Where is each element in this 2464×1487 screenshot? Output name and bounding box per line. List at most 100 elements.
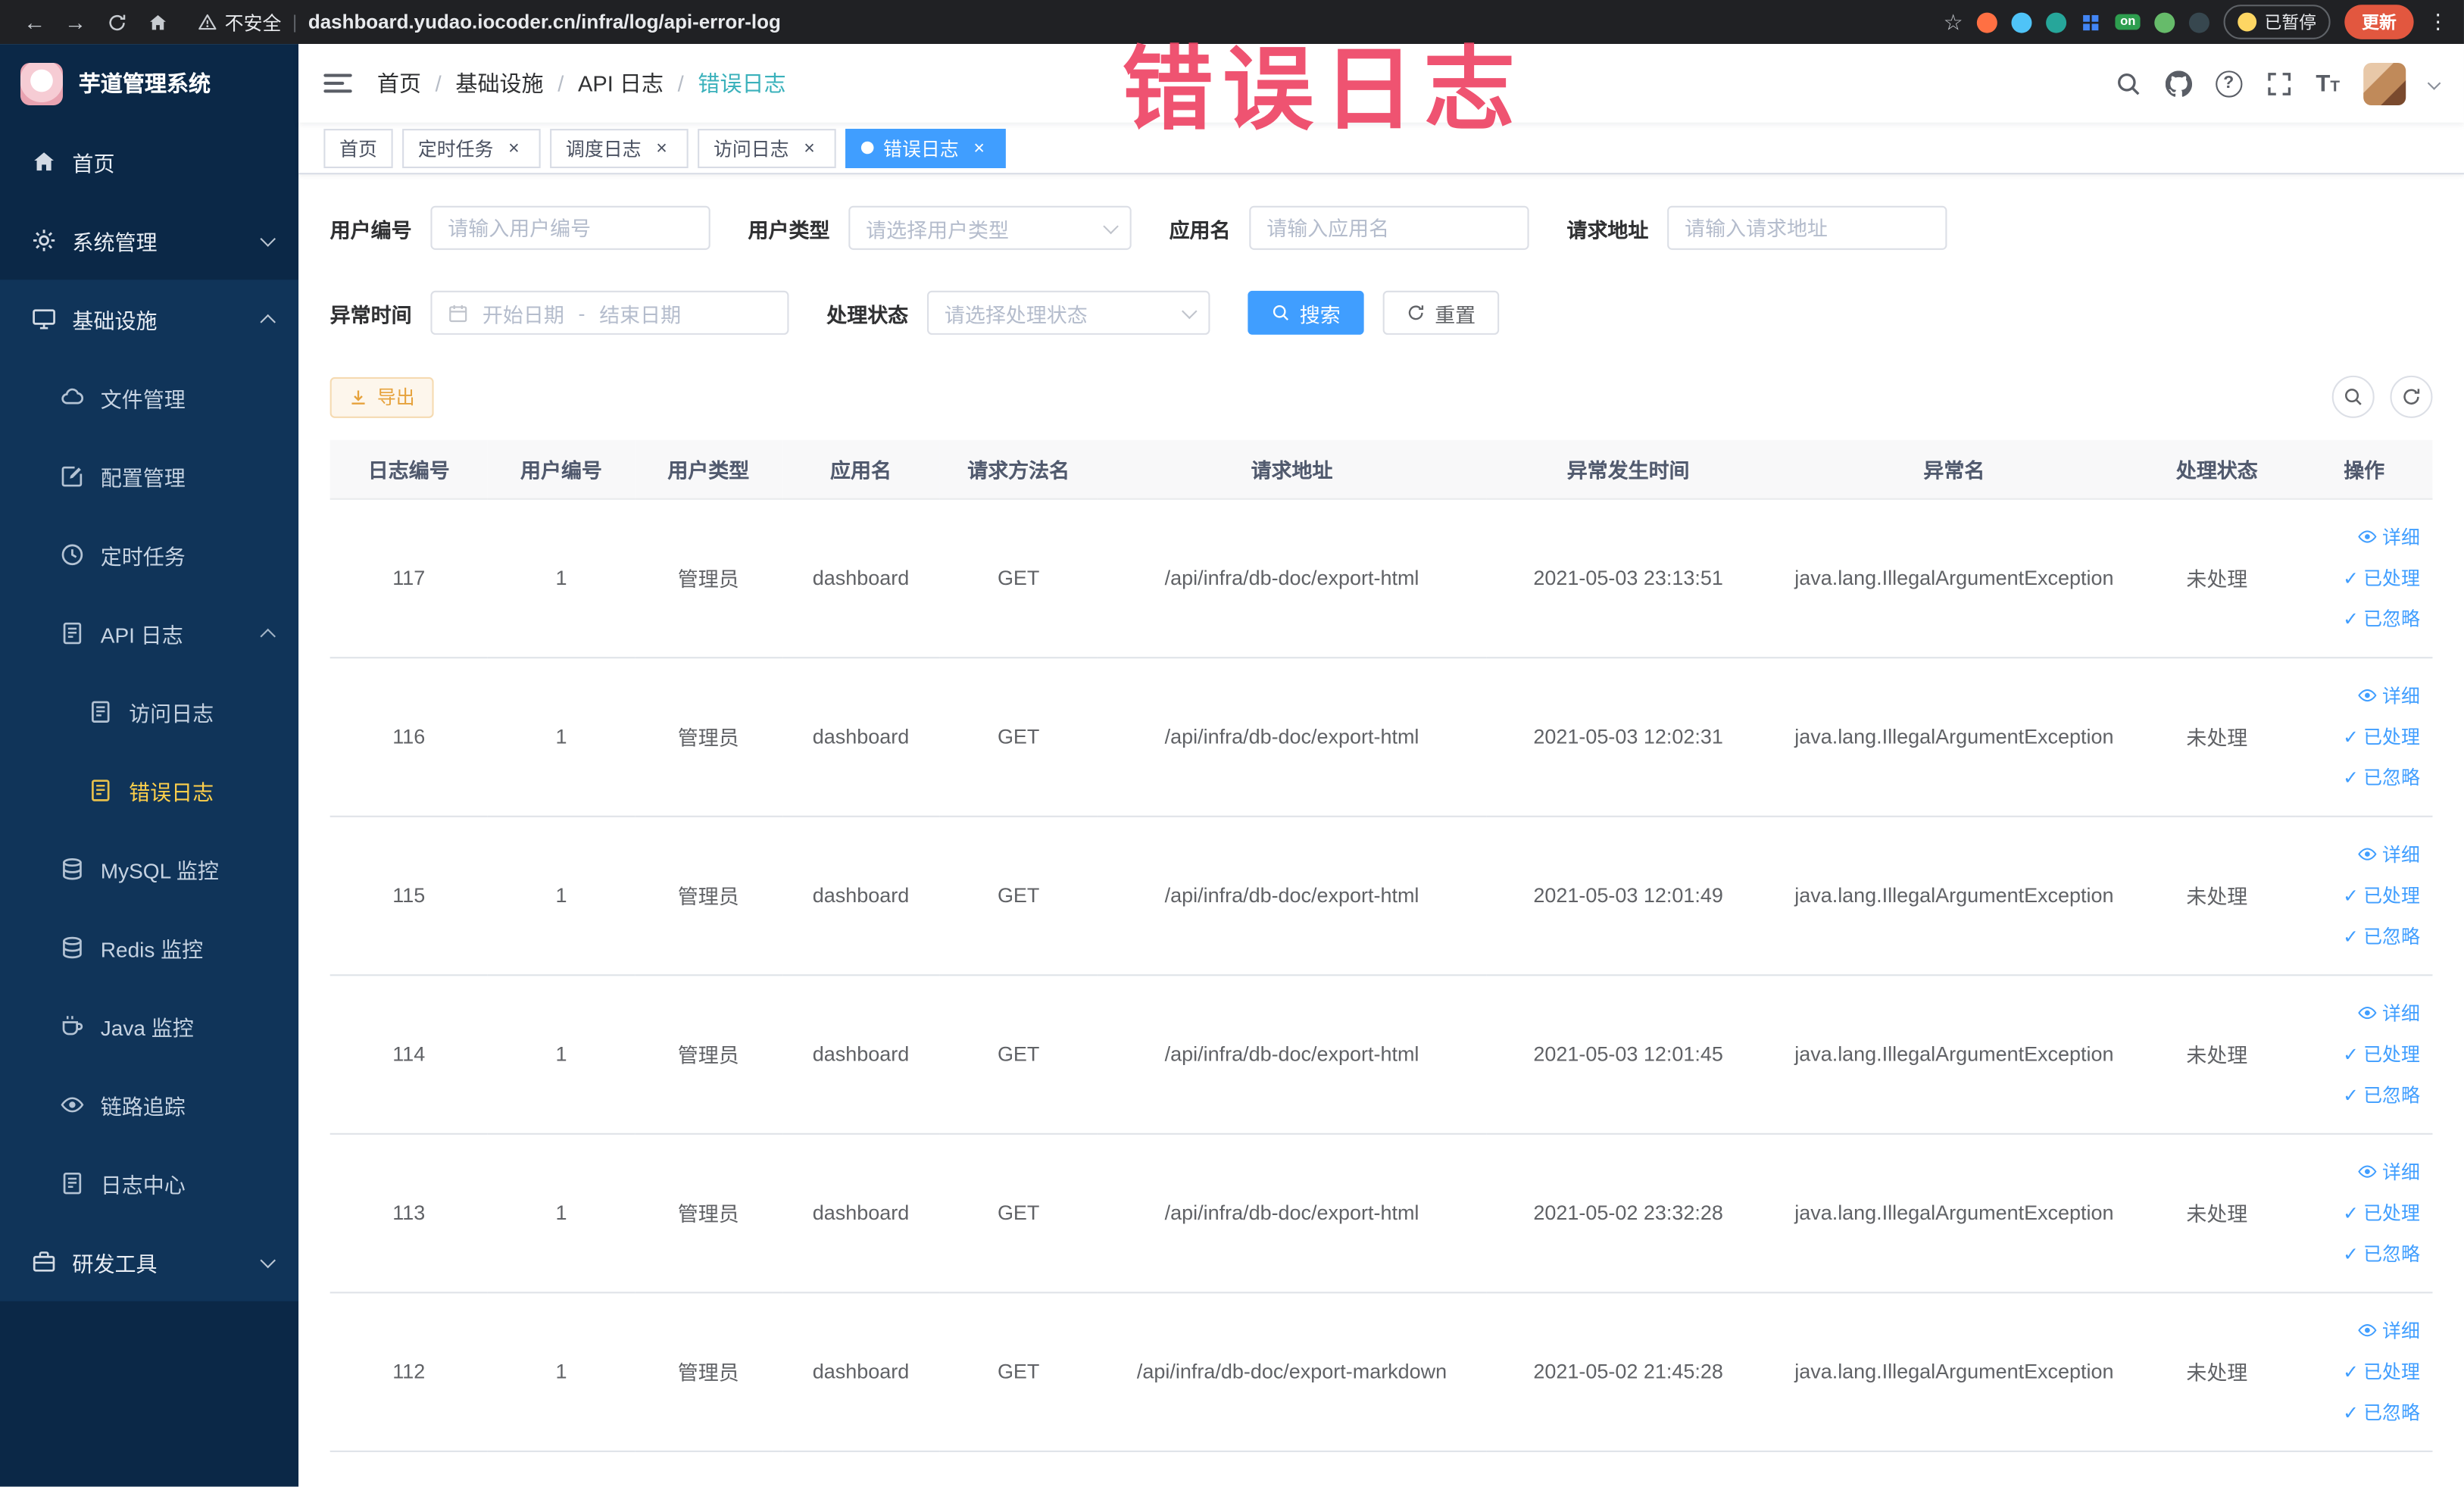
chrome-update-button[interactable]: 更新 <box>2344 5 2414 39</box>
mark-processed-link[interactable]: ✓ 已处理 <box>2343 1193 2420 1232</box>
sidebar-item-label: 研发工具 <box>72 1252 158 1276</box>
app-logo[interactable]: 芋道管理系统 <box>0 44 298 123</box>
search-icon[interactable] <box>2115 70 2141 96</box>
reset-button[interactable]: 重置 <box>1382 290 1500 335</box>
eye-icon <box>2357 1003 2378 1023</box>
mark-processed-link[interactable]: ✓ 已处理 <box>2343 717 2420 756</box>
forward-icon[interactable]: → <box>57 5 95 39</box>
sidebar-item-access-log[interactable]: 访问日志 <box>0 673 298 751</box>
breadcrumb-item[interactable]: API 日志 <box>578 67 664 98</box>
detail-link[interactable]: 详细 <box>2357 676 2420 715</box>
mark-processed-link[interactable]: ✓ 已处理 <box>2343 1351 2420 1391</box>
sidebar-item-error-log[interactable]: 错误日志 <box>0 751 298 830</box>
detail-link[interactable]: 详细 <box>2357 993 2420 1032</box>
security-label: 不安全 <box>224 11 282 34</box>
chevron-down-icon[interactable] <box>2427 77 2441 90</box>
tab-scheduler-log[interactable]: 调度日志 × <box>550 128 689 167</box>
select-placeholder: 请选择用户类型 <box>866 217 1009 242</box>
sidebar-item-file-mgmt[interactable]: 文件管理 <box>0 358 298 437</box>
sidebar-item-tracing[interactable]: 链路追踪 <box>0 1066 298 1145</box>
extension-icon-green[interactable] <box>2154 11 2175 33</box>
cell-request-method: GET <box>939 657 1098 817</box>
close-icon[interactable]: × <box>651 136 673 158</box>
sidebar-item-infrastructure[interactable]: 基础设施 <box>0 280 298 358</box>
browser-menu-icon[interactable]: ⋮ <box>2428 9 2448 34</box>
mark-ignored-link[interactable]: ✓ 已忽略 <box>2343 598 2420 638</box>
address-bar[interactable]: 不安全 | dashboard.yudao.iocoder.cn/infra/l… <box>198 8 781 35</box>
filter-label: 处理状态 <box>826 302 909 326</box>
sidebar-item-system-mgmt[interactable]: 系统管理 <box>0 201 298 280</box>
filter-exception-time: 异常时间 开始日期 - 结束日期 <box>330 290 789 335</box>
sidebar-item-mysql-monitor[interactable]: MySQL 监控 <box>0 829 298 908</box>
user-type-select[interactable]: 请选择用户类型 <box>848 205 1132 250</box>
sidebar-item-home[interactable]: 首页 <box>0 123 298 201</box>
tab-home[interactable]: 首页 <box>323 128 393 167</box>
home-button-icon[interactable] <box>139 5 176 39</box>
breadcrumb-item[interactable]: 首页 <box>377 67 421 98</box>
filter-request-url: 请求地址 <box>1566 205 1947 250</box>
mark-ignored-link[interactable]: ✓ 已忽略 <box>2343 916 2420 955</box>
cell-process-status: 未处理 <box>2138 1132 2296 1293</box>
search-button[interactable]: 搜索 <box>1248 290 1364 335</box>
toggle-search-button[interactable] <box>2331 375 2375 418</box>
tab-access-log[interactable]: 访问日志 × <box>698 128 836 167</box>
extension-grid-icon[interactable] <box>2081 12 2101 33</box>
cell-exception-time: 2021-05-03 12:01:45 <box>1486 974 1771 1134</box>
bookmark-star-icon[interactable]: ☆ <box>1944 8 1963 35</box>
sidebar-item-scheduled-jobs[interactable]: 定时任务 <box>0 515 298 594</box>
security-indicator[interactable]: 不安全 <box>198 8 281 35</box>
sidebar-item-label: 链路追踪 <box>100 1095 186 1120</box>
extension-icon-orange[interactable] <box>1977 11 1998 33</box>
breadcrumb-item[interactable]: 基础设施 <box>455 67 543 98</box>
sidebar-item-redis-monitor[interactable]: Redis 监控 <box>0 908 298 987</box>
mark-ignored-link[interactable]: ✓ 已忽略 <box>2343 1075 2420 1114</box>
back-icon[interactable]: ← <box>16 5 54 39</box>
extension-icon-teal[interactable] <box>2046 11 2067 33</box>
export-button[interactable]: 导出 <box>329 376 434 417</box>
date-range-picker[interactable]: 开始日期 - 结束日期 <box>430 290 789 335</box>
table-row: 112 1 管理员 dashboard GET /api/infra/db-do… <box>329 1292 2433 1451</box>
mark-ignored-link[interactable]: ✓ 已忽略 <box>2343 758 2420 797</box>
help-icon[interactable]: ? <box>2215 70 2242 97</box>
extension-icon-dark[interactable] <box>2188 11 2209 33</box>
detail-link[interactable]: 详细 <box>2357 1310 2420 1350</box>
extension-on-badge[interactable]: on <box>2115 14 2141 30</box>
mark-ignored-link[interactable]: ✓ 已忽略 <box>2343 1234 2420 1273</box>
user-avatar[interactable] <box>2363 61 2406 105</box>
sidebar-item-api-logs[interactable]: API 日志 <box>0 594 298 673</box>
sidebar-item-label: 访问日志 <box>129 702 214 726</box>
refresh-table-button[interactable] <box>2390 375 2433 418</box>
hamburger-menu-icon[interactable] <box>323 73 352 93</box>
extension-icon-blue[interactable] <box>2011 11 2032 33</box>
mark-ignored-link[interactable]: ✓ 已忽略 <box>2343 1392 2420 1432</box>
close-icon[interactable]: × <box>503 136 525 158</box>
mark-processed-link[interactable]: ✓ 已处理 <box>2343 1034 2420 1073</box>
cell-user-id: 1 <box>487 815 636 976</box>
mark-processed-link[interactable]: ✓ 已处理 <box>2343 558 2420 597</box>
user-id-input[interactable] <box>430 205 710 250</box>
detail-link[interactable]: 详细 <box>2357 835 2420 874</box>
detail-link[interactable]: 详细 <box>2357 1152 2420 1192</box>
filter-buttons: 搜索 <box>1248 290 1364 335</box>
eye-icon <box>2357 1320 2378 1341</box>
sidebar-item-log-center[interactable]: 日志中心 <box>0 1144 298 1223</box>
paused-extension-badge[interactable]: 已暂停 <box>2223 5 2331 39</box>
app-name-input[interactable] <box>1249 205 1529 250</box>
check-icon: ✓ <box>2343 607 2359 629</box>
sidebar-item-dev-tools[interactable]: 研发工具 <box>0 1223 299 1301</box>
chevron-down-icon <box>260 1251 276 1268</box>
fullscreen-icon[interactable] <box>2266 70 2292 96</box>
close-icon[interactable]: × <box>798 136 820 158</box>
font-size-icon[interactable]: TT <box>2316 71 2340 95</box>
close-icon[interactable]: × <box>968 136 990 158</box>
sidebar-item-config-mgmt[interactable]: 配置管理 <box>0 437 298 516</box>
process-status-select[interactable]: 请选择处理状态 <box>927 290 1210 335</box>
tab-error-log[interactable]: 错误日志 × <box>845 128 1006 167</box>
detail-link[interactable]: 详细 <box>2357 517 2420 557</box>
sidebar-item-java-monitor[interactable]: Java 监控 <box>0 987 298 1066</box>
request-url-input[interactable] <box>1667 205 1947 250</box>
mark-processed-link[interactable]: ✓ 已处理 <box>2343 876 2420 915</box>
reload-icon[interactable] <box>98 5 136 39</box>
github-icon[interactable] <box>2165 70 2191 96</box>
tab-scheduled-jobs[interactable]: 定时任务 × <box>402 128 541 167</box>
